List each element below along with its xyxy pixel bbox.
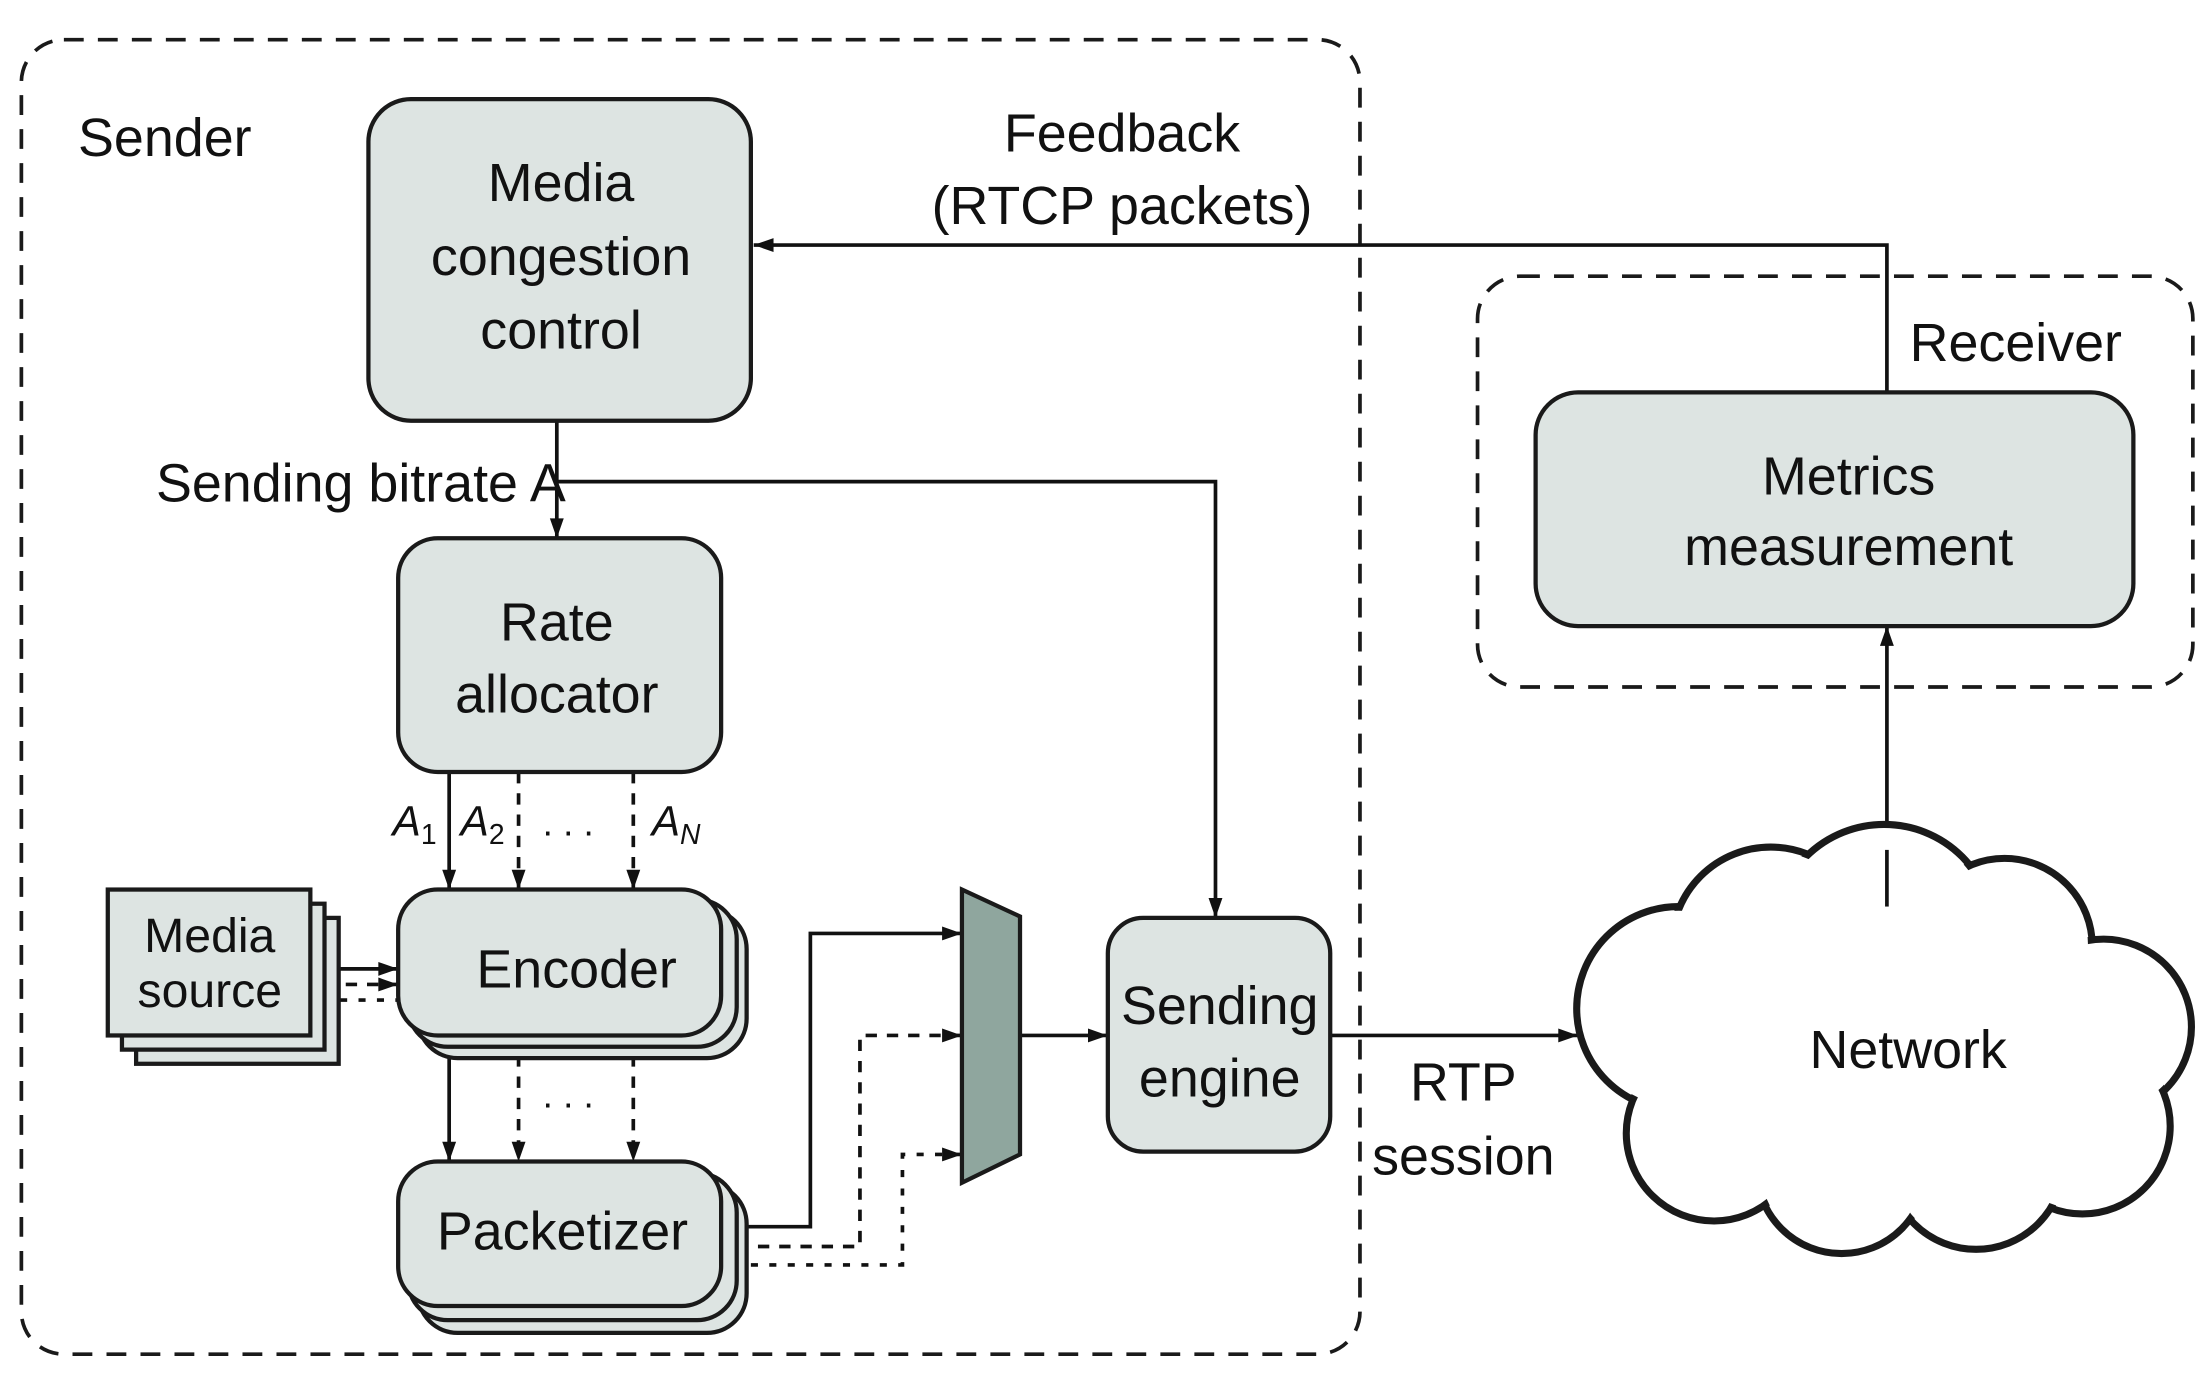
feedback-sublabel: (RTCP packets)	[932, 176, 1313, 236]
rate-allocator-block: Rate allocator	[396, 536, 724, 775]
receiver-label: Receiver	[1910, 313, 2122, 373]
block-label: Packetizer	[437, 1201, 688, 1261]
a1-label: A1	[390, 799, 437, 851]
session-label: session	[1372, 1126, 1554, 1186]
block-label: Encoder	[476, 939, 677, 999]
sending-bitrate-label: Sending bitrate A	[156, 453, 566, 513]
block-label: Metrics	[1762, 446, 1935, 506]
encoder-block: Encoder	[396, 887, 749, 1061]
block-label: Sending	[1121, 976, 1318, 1036]
media-source-block: Media source	[105, 887, 341, 1066]
media-congestion-control-block: Media congestion control	[366, 97, 754, 423]
ellipsis-label: . . .	[543, 803, 594, 844]
block-label: congestion	[431, 227, 691, 287]
block-label: allocator	[455, 664, 658, 724]
network-cloud: Network	[1573, 820, 2195, 1258]
packetizer-to-mux-2	[736, 1028, 962, 1249]
block-label: Media	[488, 153, 635, 213]
feedback-arrow	[753, 238, 1889, 393]
block-label: control	[480, 300, 642, 360]
packetizer-to-mux-1	[723, 926, 962, 1229]
media-pipeline-diagram: Sender Receiver Media congestion control…	[19, 37, 2195, 1357]
an-label: AN	[649, 799, 701, 851]
block-label: Rate	[500, 592, 614, 652]
packetizer-block: Packetizer	[396, 1159, 749, 1336]
block-label: measurement	[1684, 517, 2013, 577]
rtp-label: RTP	[1410, 1053, 1517, 1113]
network-label: Network	[1809, 1020, 2006, 1080]
a2-label: A2	[457, 799, 504, 851]
ellipsis-label-2: . . .	[543, 1075, 594, 1116]
block-label: source	[138, 964, 283, 1018]
sender-label: Sender	[78, 108, 252, 168]
block-label: engine	[1139, 1048, 1301, 1108]
sending-engine-block: Sending engine	[1105, 915, 1333, 1154]
metrics-measurement-block: Metrics measurement	[1533, 390, 2136, 629]
feedback-label: Feedback	[1004, 104, 1240, 164]
packetizer-to-mux-n	[750, 1147, 962, 1267]
multiplexer-shape	[959, 886, 1023, 1187]
block-label: Media	[144, 909, 275, 963]
